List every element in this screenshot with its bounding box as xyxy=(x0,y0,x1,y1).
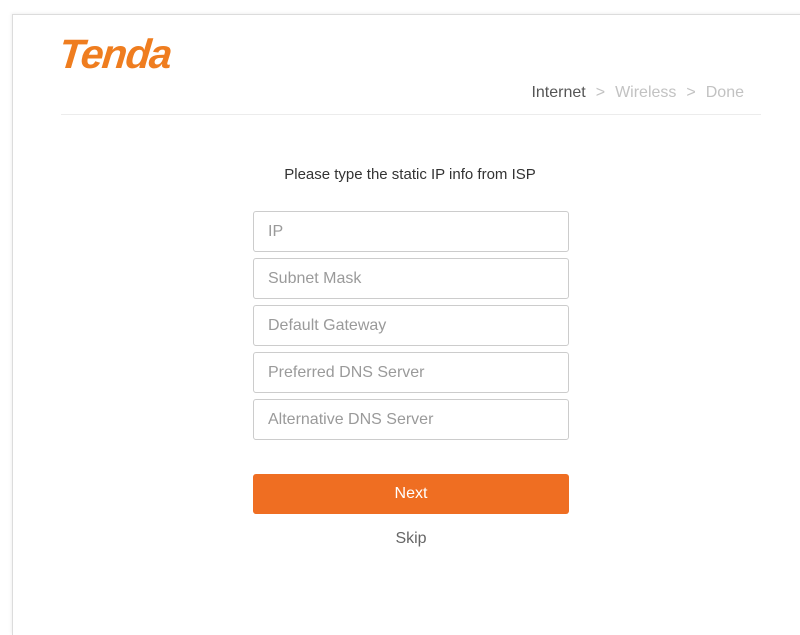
static-ip-form xyxy=(253,211,569,446)
preferred-dns-input[interactable] xyxy=(253,352,569,393)
step-internet: Internet xyxy=(531,84,586,101)
skip-link[interactable]: Skip xyxy=(253,530,569,548)
step-separator: > xyxy=(595,84,606,101)
alternative-dns-input[interactable] xyxy=(253,399,569,440)
step-wireless: Wireless xyxy=(615,84,677,101)
header-divider xyxy=(61,114,761,115)
next-button[interactable]: Next xyxy=(253,474,569,514)
step-separator: > xyxy=(686,84,696,101)
step-done: Done xyxy=(705,84,744,101)
wizard-steps: Internet > Wireless > Done xyxy=(531,84,744,102)
ip-input[interactable] xyxy=(253,211,569,252)
tenda-logo: Tenda xyxy=(56,31,174,77)
subnet-mask-input[interactable] xyxy=(253,258,569,299)
default-gateway-input[interactable] xyxy=(253,305,569,346)
form-prompt: Please type the static IP info from ISP xyxy=(284,166,536,183)
